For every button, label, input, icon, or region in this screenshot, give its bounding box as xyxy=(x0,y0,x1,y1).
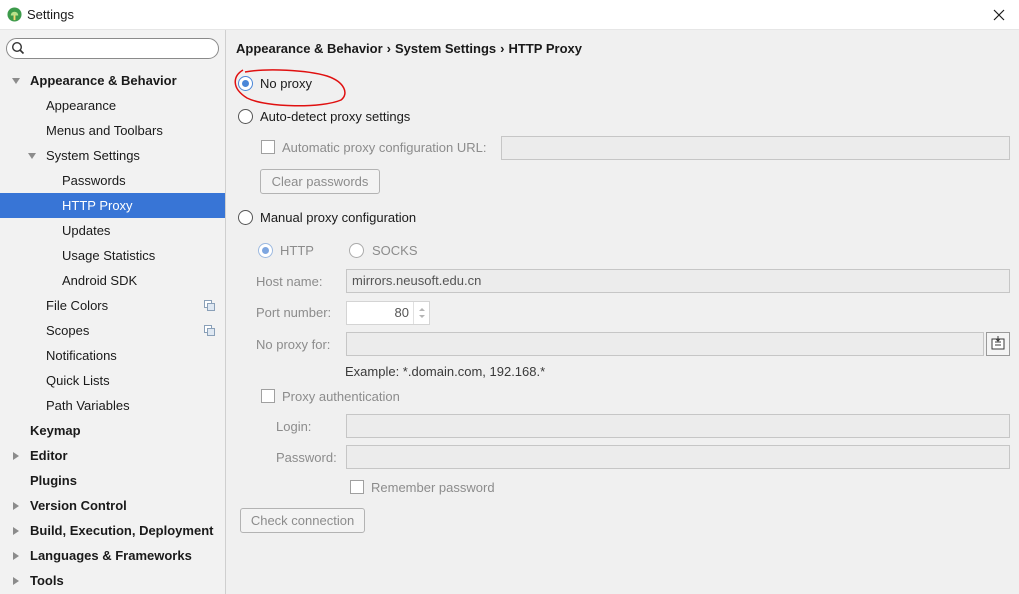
host-name-input[interactable]: mirrors.neusoft.edu.cn xyxy=(346,269,1010,293)
host-name-label: Host name: xyxy=(256,274,323,289)
breadcrumb-system-settings: System Settings xyxy=(395,41,497,56)
sidebar-item-quick-lists[interactable]: Quick Lists xyxy=(0,368,225,393)
remember-password-label: Remember password xyxy=(371,480,495,495)
login-input[interactable] xyxy=(346,414,1010,438)
chevron-right-icon[interactable] xyxy=(13,552,19,560)
sidebar-item-appearance-behavior[interactable]: Appearance & Behavior xyxy=(0,68,225,93)
breadcrumb-appearance-behavior: Appearance & Behavior xyxy=(236,41,383,56)
sidebar-item-updates[interactable]: Updates xyxy=(0,218,225,243)
sidebar-item-http-proxy[interactable]: HTTP Proxy xyxy=(0,193,225,218)
login-label: Login: xyxy=(276,419,312,434)
auto-config-url-input[interactable] xyxy=(501,136,1010,160)
port-number-value: 80 xyxy=(394,305,409,320)
close-button[interactable] xyxy=(979,0,1019,30)
sidebar-item-languages-frameworks[interactable]: Languages & Frameworks xyxy=(0,543,225,568)
sidebar-item-file-colors[interactable]: File Colors xyxy=(0,293,225,318)
search-input[interactable] xyxy=(6,38,219,59)
search-icon xyxy=(11,41,25,55)
auto-config-url-checkbox[interactable] xyxy=(261,140,275,154)
project-scope-icon xyxy=(204,325,215,336)
sidebar-item-editor[interactable]: Editor xyxy=(0,443,225,468)
password-input[interactable] xyxy=(346,445,1010,469)
sidebar-item-plugins[interactable]: Plugins xyxy=(0,468,225,493)
password-label: Password: xyxy=(276,450,337,465)
sidebar-item-notifications[interactable]: Notifications xyxy=(0,343,225,368)
proxy-authentication-checkbox[interactable] xyxy=(261,389,275,403)
sidebar-item-version-control[interactable]: Version Control xyxy=(0,493,225,518)
auto-detect-radio[interactable] xyxy=(238,109,253,124)
android-studio-icon xyxy=(7,7,22,22)
window-title: Settings xyxy=(27,7,74,22)
chevron-down-icon[interactable] xyxy=(12,78,20,84)
settings-sidebar: Appearance & Behavior Appearance Menus a… xyxy=(0,30,226,594)
spinner-arrows-icon xyxy=(419,308,425,318)
sidebar-item-tools[interactable]: Tools xyxy=(0,568,225,593)
chevron-right-icon[interactable] xyxy=(13,527,19,535)
check-connection-button[interactable]: Check connection xyxy=(240,508,365,533)
sidebar-item-path-variables[interactable]: Path Variables xyxy=(0,393,225,418)
sidebar-item-keymap[interactable]: Keymap xyxy=(0,418,225,443)
no-proxy-for-label: No proxy for: xyxy=(256,337,331,352)
auto-detect-label: Auto-detect proxy settings xyxy=(260,109,411,124)
no-proxy-example-hint: Example: *.domain.com, 192.168.* xyxy=(345,364,546,379)
remember-password-checkbox[interactable] xyxy=(350,480,364,494)
clear-passwords-button[interactable]: Clear passwords xyxy=(260,169,380,194)
sidebar-item-passwords[interactable]: Passwords xyxy=(0,168,225,193)
chevron-right-icon[interactable] xyxy=(13,577,19,585)
expand-field-button[interactable] xyxy=(986,332,1010,356)
breadcrumb-separator: › xyxy=(500,41,505,56)
sidebar-item-menus-toolbars[interactable]: Menus and Toolbars xyxy=(0,118,225,143)
port-number-label: Port number: xyxy=(256,305,332,320)
http-proxy-panel: Appearance & Behavior › System Settings › HT… xyxy=(227,30,1019,594)
sidebar-item-system-settings[interactable]: System Settings xyxy=(0,143,225,168)
socks-radio[interactable] xyxy=(349,243,364,258)
sidebar-item-scopes[interactable]: Scopes xyxy=(0,318,225,343)
breadcrumb-http-proxy: HTTP Proxy xyxy=(508,41,582,56)
no-proxy-radio[interactable] xyxy=(238,76,253,91)
sidebar-item-usage-statistics[interactable]: Usage Statistics xyxy=(0,243,225,268)
manual-proxy-radio[interactable] xyxy=(238,210,253,225)
manual-proxy-label: Manual proxy configuration xyxy=(260,210,417,225)
sidebar-item-build-execution-deployment[interactable]: Build, Execution, Deployment xyxy=(0,518,225,543)
sidebar-item-appearance[interactable]: Appearance xyxy=(0,93,225,118)
sidebar-item-android-sdk[interactable]: Android SDK xyxy=(0,268,225,293)
project-scope-icon xyxy=(204,300,215,311)
socks-label: SOCKS xyxy=(372,243,418,258)
port-number-stepper[interactable]: 80 xyxy=(346,301,430,325)
no-proxy-for-input[interactable] xyxy=(346,332,984,356)
auto-config-url-label: Automatic proxy configuration URL: xyxy=(282,140,487,155)
breadcrumb-separator: › xyxy=(386,41,392,56)
chevron-down-icon[interactable] xyxy=(28,153,36,159)
expand-text-icon xyxy=(991,336,1005,350)
breadcrumb: Appearance & Behavior › System Settings › HT… xyxy=(236,41,582,56)
http-radio[interactable] xyxy=(258,243,273,258)
http-label: HTTP xyxy=(280,243,314,258)
title-bar: Settings xyxy=(0,0,1019,30)
spinner-arrows[interactable] xyxy=(413,302,429,324)
proxy-authentication-label: Proxy authentication xyxy=(282,389,400,404)
close-icon xyxy=(993,9,1005,21)
chevron-right-icon[interactable] xyxy=(13,452,19,460)
chevron-right-icon[interactable] xyxy=(13,502,19,510)
no-proxy-label: No proxy xyxy=(260,76,313,91)
